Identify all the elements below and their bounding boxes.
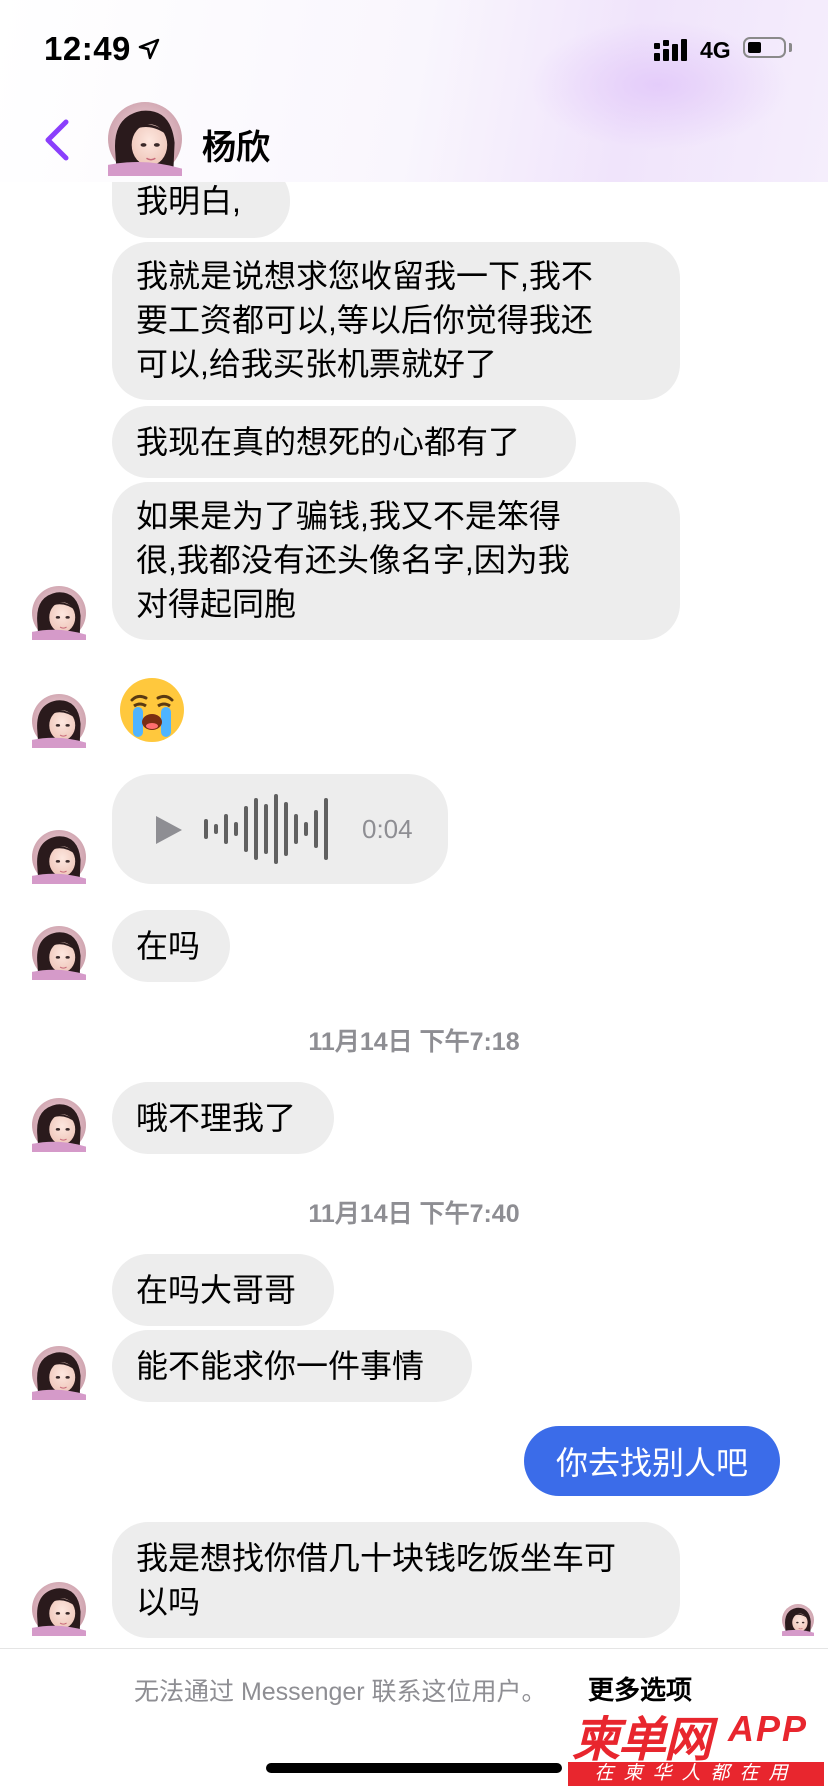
read-receipt-avatar	[782, 1604, 814, 1636]
message-text: 在吗大哥哥	[136, 1272, 297, 1308]
conversation-header: 12:49 4G 杨欣	[0, 0, 828, 182]
watermark-app: APP	[728, 1708, 809, 1749]
sender-avatar[interactable]	[32, 1582, 86, 1636]
timestamp: 11月14日 下午7:40	[308, 1200, 520, 1228]
received-message[interactable]: 能不能求你一件事情	[112, 1330, 472, 1402]
timestamp: 11月14日 下午7:18	[308, 1028, 520, 1056]
contact-name[interactable]: 杨欣	[202, 120, 270, 169]
watermark-brand: 柬单网	[572, 1712, 712, 1768]
sent-message[interactable]: 你去找别人吧	[524, 1426, 780, 1496]
message-text: 我是想找你借几十块钱吃饭坐车可 以吗	[136, 1540, 617, 1620]
home-indicator[interactable]	[266, 1763, 562, 1773]
message-text: 在吗	[136, 928, 201, 964]
signal-strength-icon	[654, 39, 687, 61]
contact-avatar[interactable]	[108, 102, 182, 176]
battery-tip	[789, 43, 792, 52]
sender-avatar[interactable]	[32, 586, 86, 640]
battery-icon	[743, 37, 786, 58]
received-message[interactable]: 如果是为了骗钱,我又不是笨得 很,我都没有还头像名字,因为我 对得起同胞	[112, 482, 680, 640]
sender-avatar[interactable]	[32, 694, 86, 748]
watermark-tagline: 在柬华人都在用	[568, 1762, 824, 1786]
status-time: 12:49	[44, 30, 131, 67]
loudly-crying-face-emoji-icon[interactable]	[118, 676, 186, 744]
sender-avatar[interactable]	[32, 830, 86, 884]
message-text: 能不能求你一件事情	[136, 1348, 425, 1384]
sender-avatar[interactable]	[32, 1346, 86, 1400]
received-message[interactable]: 我是想找你借几十块钱吃饭坐车可 以吗	[112, 1522, 680, 1638]
voice-duration: 0:04	[362, 814, 413, 844]
location-arrow-icon	[138, 38, 160, 60]
message-text: 我现在真的想死的心都有了	[136, 424, 521, 460]
voice-message[interactable]: 0:04	[112, 774, 448, 884]
sender-avatar[interactable]	[32, 1098, 86, 1152]
network-type: 4G	[700, 37, 731, 63]
received-message[interactable]: 我就是说想求您收留我一下,我不 要工资都可以,等以后你觉得我还 可以,给我买张机…	[112, 242, 680, 400]
message-text: 你去找别人吧	[555, 1445, 748, 1481]
message-text: 我明白,	[136, 183, 241, 219]
message-text: 如果是为了骗钱,我又不是笨得 很,我都没有还头像名字,因为我 对得起同胞	[136, 498, 570, 622]
waveform-icon	[204, 794, 328, 864]
play-icon[interactable]	[152, 814, 184, 846]
watermark-logo: 柬单网 APP 在柬华人都在用	[568, 1700, 824, 1790]
message-text: 哦不理我了	[136, 1100, 297, 1136]
message-text: 我就是说想求您收留我一下,我不 要工资都可以,等以后你觉得我还 可以,给我买张机…	[136, 258, 593, 382]
received-message[interactable]: 在吗	[112, 910, 230, 982]
received-message[interactable]: 哦不理我了	[112, 1082, 334, 1154]
sender-avatar[interactable]	[32, 926, 86, 980]
received-message[interactable]: 我现在真的想死的心都有了	[112, 406, 576, 478]
footer-divider	[0, 1648, 828, 1649]
cannot-contact-notice: 无法通过 Messenger 联系这位用户。	[134, 1678, 547, 1706]
back-chevron-icon[interactable]	[40, 116, 76, 164]
received-message[interactable]: 在吗大哥哥	[112, 1254, 334, 1326]
